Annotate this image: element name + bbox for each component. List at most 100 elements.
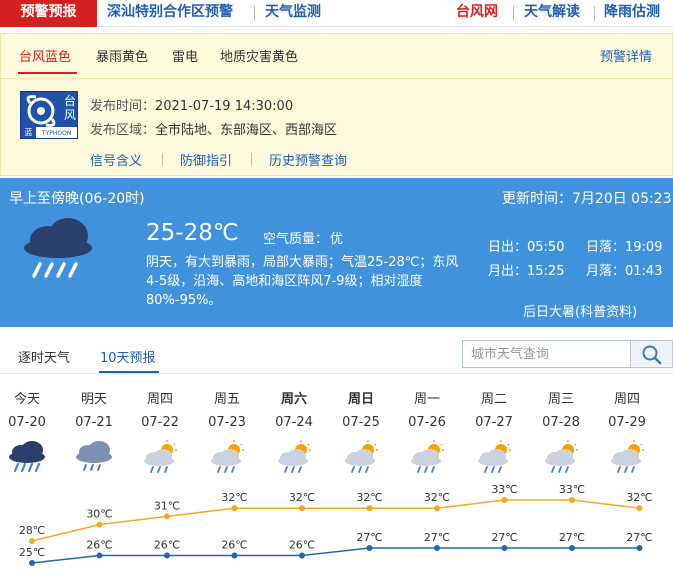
forecast-date: 07-26: [408, 415, 446, 430]
warning-tab-thunder[interactable]: 雷电: [172, 46, 198, 65]
signal-en: TYPHOON: [41, 130, 72, 137]
air-quality-value: 优: [330, 232, 344, 247]
forecast-weekday: 周六: [280, 392, 307, 407]
forecast-date: 07-23: [208, 415, 246, 430]
sun-cloud-rain-icon: [278, 440, 311, 473]
weather-description-line: 80%-95%。: [146, 293, 222, 308]
high-temp-label: 32℃: [424, 491, 450, 504]
forecast-weekday: 周五: [213, 392, 240, 407]
issue-time-value: 2021-07-19 14:30:00: [155, 99, 294, 114]
high-temp-point: [231, 505, 238, 512]
forecast-weekday: 今天: [13, 392, 40, 407]
nav-separator: [594, 6, 595, 21]
weather-description-line: 阴天，有大到暴雨，局部大暴雨；气温25-28℃；东风: [146, 255, 459, 270]
nav-tab-rain-estimate[interactable]: 降雨估测: [604, 0, 660, 27]
air-quality: 空气质量：优: [263, 228, 343, 247]
sunset-time: 日落：19:09: [586, 240, 663, 255]
low-temp-point: [29, 560, 35, 566]
high-temp-line: [31, 499, 640, 542]
low-temp-label: 27℃: [424, 531, 450, 544]
high-temp-point: [569, 497, 575, 503]
high-temp-point: [501, 497, 508, 503]
high-temp-point: [299, 505, 305, 512]
forecast-date: 07-27: [475, 415, 513, 430]
issue-area-row: 发布区域：全市陆地、东部海区、西部海区: [90, 119, 337, 138]
forecast-weekday: 周日: [347, 392, 374, 407]
heavy-rain-icon: [9, 441, 45, 473]
warning-tab-typhoon-blue[interactable]: 台风蓝色: [19, 46, 71, 65]
temperature-chart: 28℃ 30℃ 31℃ 32℃ 32℃ 32℃ 32℃ 33℃ 33℃ 32℃ 25℃ 26℃ 26℃ 2…: [19, 483, 653, 566]
low-temp-point: [299, 552, 305, 559]
high-temp-point: [636, 505, 643, 512]
low-temp-point: [164, 552, 170, 559]
high-temp-label: 33℃: [559, 483, 585, 496]
rain-icon: [76, 441, 112, 471]
warning-tab-geo-yellow[interactable]: 地质灾害黄色: [220, 46, 298, 65]
nav-tab-forecast[interactable]: 预警预报: [0, 0, 97, 27]
defense-guide-link[interactable]: 防御指引: [180, 150, 232, 169]
warning-detail-link[interactable]: 预警详情: [600, 46, 652, 65]
moonrise-time: 月出：15:25: [488, 264, 565, 279]
nav-separator: [513, 6, 514, 21]
divider: [1, 78, 672, 79]
sun-cloud-rain-icon: [411, 440, 444, 473]
low-temp-label: 27℃: [491, 531, 517, 544]
update-time: 更新时间：7月20日 05:23: [502, 191, 672, 207]
forecast-weekday: 明天: [80, 392, 107, 407]
link-separator: [251, 153, 252, 166]
signal-meaning-link[interactable]: 信号含义: [90, 150, 142, 169]
tab-hourly[interactable]: 逐时天气: [18, 347, 70, 366]
forecast-date: 07-25: [342, 415, 380, 430]
high-temp-point: [366, 505, 373, 512]
tab-10-day[interactable]: 10天预报: [100, 347, 156, 366]
low-temp-point: [231, 552, 238, 559]
sun-cloud-rain-icon: [611, 440, 644, 473]
forecast-weekday: 周一: [413, 392, 440, 407]
high-temp-label: 31℃: [154, 499, 180, 512]
history-warning-link[interactable]: 历史预警查询: [269, 150, 347, 169]
today-temperature: 25-28℃: [146, 220, 239, 246]
issue-area-label: 发布区域：: [90, 123, 156, 138]
forecast-weekday: 周四: [613, 392, 640, 407]
nav-tab-shenshan[interactable]: 深汕特别合作区预警: [107, 0, 233, 27]
low-temp-point: [96, 552, 103, 559]
moonset-time: 月落：01:43: [586, 264, 663, 279]
active-tab-indicator: [18, 72, 77, 74]
low-temp-label: 27℃: [356, 531, 382, 544]
nav-tab-monitor[interactable]: 天气监测: [265, 0, 321, 27]
low-temp-point: [569, 545, 575, 551]
warning-tab-rainstorm-yellow[interactable]: 暴雨黄色: [96, 46, 148, 65]
signal-type-label: 台风: [63, 94, 76, 122]
low-temp-label: 27℃: [626, 531, 652, 544]
forecast-date: 07-22: [141, 415, 179, 430]
low-temp-line: [31, 547, 640, 564]
nav-separator: [254, 6, 255, 21]
issue-time-label: 发布时间：: [90, 99, 156, 114]
air-quality-label: 空气质量：: [263, 232, 329, 247]
sun-cloud-rain-icon: [211, 440, 244, 473]
weather-description-line: 4-5级，沿海、高地和海区阵风7-9级；相对湿度: [146, 274, 423, 289]
warning-panel: 台风蓝色 暴雨黄色 雷电 地质灾害黄色 预警详情 台风 蓝 TYPHOON 发布…: [0, 33, 673, 176]
high-temp-label: 32℃: [289, 491, 315, 504]
forecast-date: 07-20: [8, 415, 46, 430]
sun-cloud-rain-icon: [545, 440, 578, 473]
forecast-date: 07-21: [75, 415, 113, 430]
high-temp-point: [96, 521, 103, 528]
issue-time-row: 发布时间：2021-07-19 14:30:00: [90, 95, 293, 114]
search-button[interactable]: [631, 340, 673, 368]
nav-tab-interpret[interactable]: 天气解读: [524, 0, 580, 27]
forecast-weekday: 周三: [547, 392, 574, 407]
forecast-date: 07-28: [542, 415, 580, 430]
solar-term-link[interactable]: 后日大暑(科普资料): [523, 301, 637, 320]
low-temp-label: 26℃: [289, 539, 315, 552]
issue-area-value: 全市陆地、东部海区、西部海区: [155, 123, 338, 138]
typhoon-swirl-icon: [26, 95, 56, 127]
sunrise-time: 日出：05:50: [488, 240, 565, 255]
city-search-input[interactable]: [463, 341, 630, 367]
high-temp-label: 30℃: [86, 508, 112, 521]
low-temp-label: 27℃: [559, 531, 585, 544]
sun-cloud-rain-icon: [478, 440, 511, 473]
nav-tab-typhoon[interactable]: 台风网: [456, 0, 498, 27]
top-nav: 预警预报 深汕特别合作区预警 天气监测 台风网 天气解读 降雨估测: [0, 0, 673, 27]
low-temp-point: [366, 545, 373, 551]
